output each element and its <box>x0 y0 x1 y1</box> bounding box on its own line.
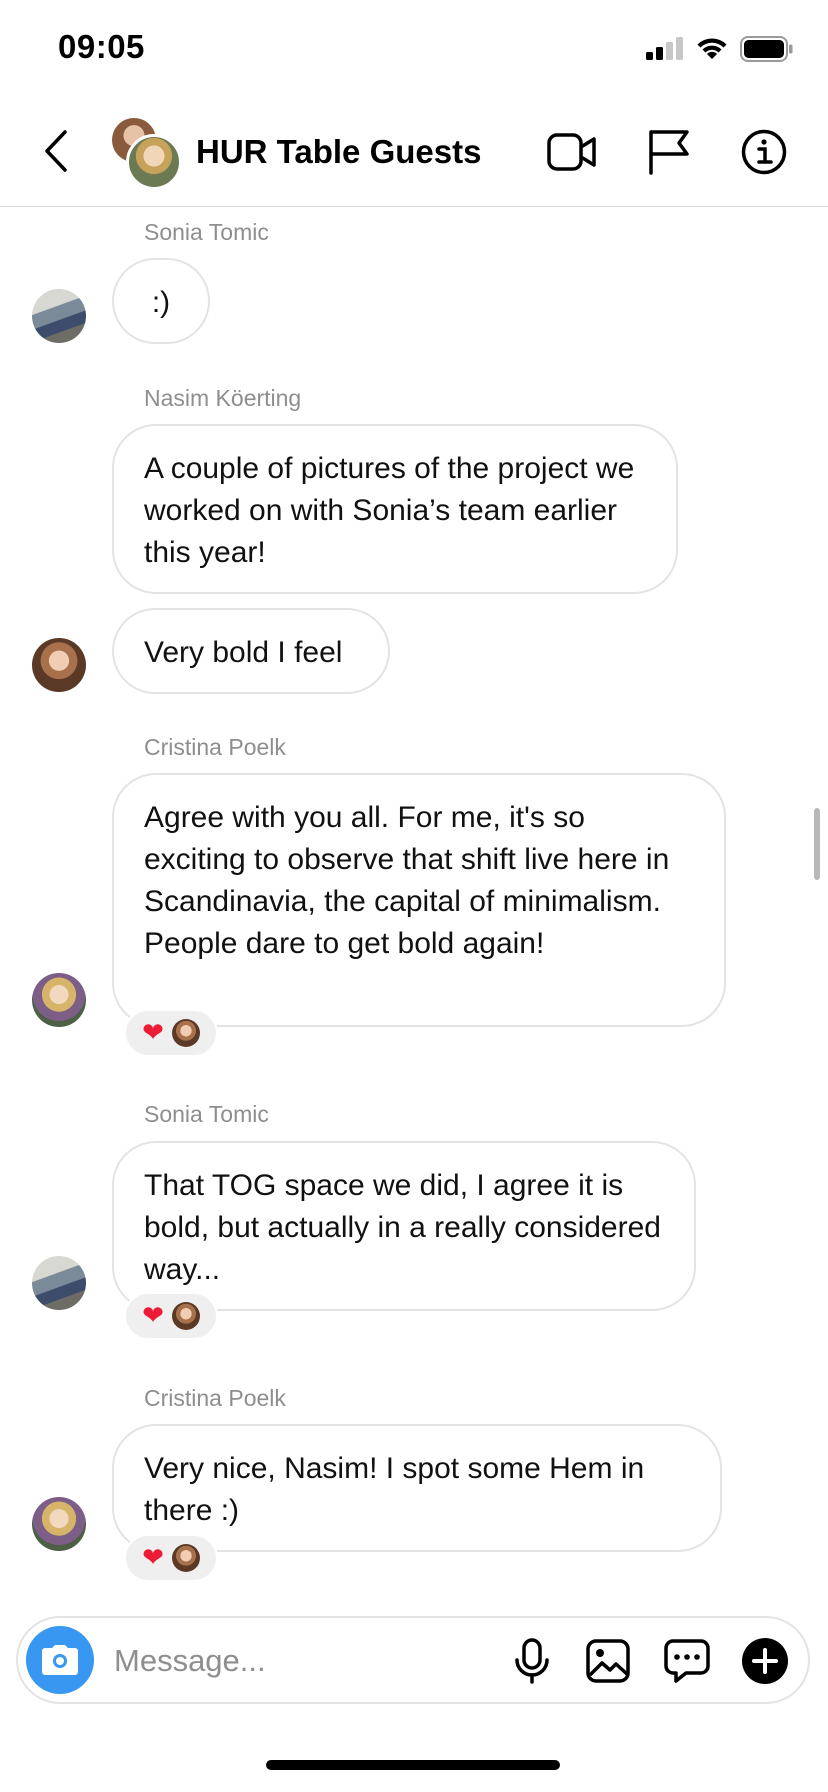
reaction-badge[interactable]: ❤ <box>124 1292 218 1340</box>
message-bubble[interactable]: A couple of pictures of the project we w… <box>112 424 678 594</box>
sender-name: Cristina Poelk <box>144 1385 286 1411</box>
message-input[interactable] <box>112 1632 496 1690</box>
chat-bubble-icon <box>664 1639 710 1683</box>
message-bubble[interactable]: Agree with you all. For me, it's so exci… <box>112 773 726 1027</box>
microphone-button[interactable] <box>503 1632 561 1690</box>
add-button[interactable] <box>736 1632 794 1690</box>
video-call-icon <box>547 133 596 171</box>
gallery-icon <box>586 1639 630 1683</box>
sender-avatar[interactable] <box>32 638 86 692</box>
status-bar: 09:05 <box>0 0 828 100</box>
chat-header: HUR Table Guests <box>0 100 828 207</box>
reactor-avatar <box>171 1544 200 1572</box>
video-call-button[interactable] <box>542 122 602 182</box>
info-icon <box>741 129 787 175</box>
plus-icon <box>742 1638 788 1684</box>
back-button[interactable] <box>36 126 76 176</box>
reaction-badge[interactable]: ❤ <box>124 1009 218 1057</box>
chat-screen: 09:05 HUR Table Guests Sonia Tomic:) Na… <box>0 0 828 1792</box>
camera-icon <box>42 1645 78 1675</box>
home-indicator[interactable] <box>266 1760 560 1770</box>
message-bubble[interactable]: :) <box>112 258 210 344</box>
chat-title[interactable]: HUR Table Guests <box>196 130 481 174</box>
cellular-signal-icon <box>646 37 683 60</box>
camera-button[interactable] <box>26 1626 94 1694</box>
wifi-icon <box>697 38 727 59</box>
reaction-badge[interactable]: ❤ <box>124 1534 218 1582</box>
sender-avatar[interactable] <box>32 1497 86 1551</box>
microphone-icon <box>515 1638 549 1684</box>
flag-button[interactable] <box>639 122 699 182</box>
sender-avatar[interactable] <box>32 289 86 343</box>
sender-name: Nasim Köerting <box>144 385 302 411</box>
group-member-avatar <box>126 134 182 190</box>
message-bubble[interactable]: That TOG space we did, I agree it is bol… <box>112 1141 696 1311</box>
flag-icon <box>649 130 689 175</box>
message-bubble[interactable]: Very nice, Nasim! I spot some Hem in the… <box>112 1424 722 1552</box>
battery-icon <box>740 36 793 62</box>
heart-icon: ❤ <box>142 1543 164 1573</box>
message-bubble[interactable]: Very bold I feel <box>112 608 390 694</box>
sender-avatar[interactable] <box>32 973 86 1027</box>
sender-name: Sonia Tomic <box>144 219 269 245</box>
message-composer <box>16 1616 810 1704</box>
sender-avatar[interactable] <box>32 1256 86 1310</box>
info-button[interactable] <box>734 122 794 182</box>
scrollbar[interactable] <box>814 808 820 880</box>
heart-icon: ❤ <box>142 1301 164 1331</box>
chevron-left-icon <box>45 130 67 172</box>
group-avatar[interactable] <box>110 118 182 190</box>
status-icons <box>646 36 794 62</box>
sender-name: Sonia Tomic <box>144 1101 269 1127</box>
reactor-avatar <box>171 1302 200 1330</box>
heart-icon: ❤ <box>142 1018 164 1048</box>
sender-name: Cristina Poelk <box>144 734 286 760</box>
message-list[interactable]: Sonia Tomic :) Nasim Köerting A couple o… <box>0 207 828 1607</box>
chat-bubble-button[interactable] <box>658 1632 716 1690</box>
status-time: 09:05 <box>58 28 145 65</box>
gallery-button[interactable] <box>579 1632 637 1690</box>
reactor-avatar <box>171 1019 200 1047</box>
